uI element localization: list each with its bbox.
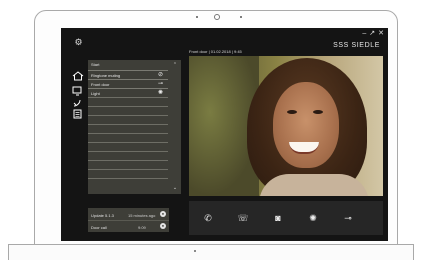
status-label: Door call bbox=[91, 225, 107, 230]
list-divider bbox=[88, 97, 168, 98]
video-subject-eye bbox=[287, 110, 297, 114]
scroll-down-icon[interactable]: ⌄ bbox=[172, 186, 178, 191]
list-icon[interactable] bbox=[72, 106, 84, 119]
function-list-panel: Start Ringtone muting ⊘ Front door ⊸ Lig… bbox=[88, 60, 181, 194]
sensor-dot bbox=[196, 16, 198, 18]
light-icon[interactable]: ✺ bbox=[306, 211, 320, 225]
phone-icon[interactable] bbox=[72, 95, 84, 107]
video-subject-eye bbox=[313, 110, 323, 114]
door-key-icon[interactable]: ⊸ bbox=[341, 211, 355, 225]
status-panel: Update 5.1.3 15 minutes ago ● Door call … bbox=[88, 208, 169, 232]
list-item-light[interactable]: Light ✺ bbox=[88, 88, 168, 97]
key-icon: ⊸ bbox=[157, 81, 163, 87]
door-camera-video[interactable] bbox=[189, 56, 383, 196]
list-divider bbox=[88, 115, 168, 116]
list-divider bbox=[88, 124, 168, 125]
video-caption: Front door | 01.02.2018 | 9:45 bbox=[189, 49, 242, 54]
home-icon[interactable] bbox=[72, 68, 84, 81]
light-icon: ✺ bbox=[157, 90, 163, 96]
list-item-label: Light bbox=[91, 91, 100, 96]
status-value: 9:09 bbox=[138, 225, 146, 230]
status-row-door-call[interactable]: Door call 9:09 ● bbox=[88, 220, 169, 232]
list-divider bbox=[88, 178, 168, 179]
list-divider bbox=[88, 160, 168, 161]
brand-logo: SSS SIEDLE bbox=[333, 42, 380, 49]
bell-off-icon: ⊘ bbox=[157, 72, 163, 78]
status-row-update[interactable]: Update 5.1.3 15 minutes ago ● bbox=[88, 209, 169, 220]
video-subject-face bbox=[273, 82, 339, 168]
status-badge: ● bbox=[160, 223, 166, 229]
video-subject-shoulder bbox=[259, 174, 369, 196]
webcam-icon bbox=[214, 14, 220, 20]
list-item-label: Front door bbox=[91, 82, 110, 87]
hangup-icon[interactable]: ☏ bbox=[236, 211, 250, 225]
sensor-dot bbox=[240, 16, 242, 18]
status-value: 15 minutes ago bbox=[128, 213, 156, 218]
window-controls: – ↗ ✕ bbox=[362, 30, 384, 38]
camera-icon[interactable]: ◙ bbox=[271, 211, 285, 225]
close-icon[interactable]: ✕ bbox=[378, 30, 384, 38]
list-item-label: Ringtone muting bbox=[91, 73, 121, 78]
minimize-icon[interactable]: – bbox=[362, 30, 366, 38]
call-icon[interactable]: ✆ bbox=[201, 211, 215, 225]
list-divider bbox=[88, 169, 168, 170]
panel-title: Start bbox=[91, 62, 100, 67]
expand-icon[interactable]: ↗ bbox=[369, 30, 375, 38]
list-divider bbox=[88, 142, 168, 143]
list-item-front-door[interactable]: Front door ⊸ bbox=[88, 79, 168, 88]
laptop-base bbox=[8, 244, 414, 260]
status-label: Update 5.1.3 bbox=[91, 213, 114, 218]
list-divider bbox=[88, 151, 168, 152]
list-scrollbar[interactable]: ⌃ ⌄ bbox=[172, 63, 178, 191]
scroll-up-icon[interactable]: ⌃ bbox=[172, 63, 178, 68]
list-divider bbox=[88, 106, 168, 107]
monitor-icon[interactable] bbox=[72, 83, 84, 96]
call-control-bar: ✆ ☏ ◙ ✺ ⊸ bbox=[189, 201, 383, 235]
status-badge: ● bbox=[160, 211, 166, 217]
list-item-ringtone-muting[interactable]: Ringtone muting ⊘ bbox=[88, 70, 168, 79]
gear-icon[interactable]: ⚙ bbox=[74, 38, 83, 47]
list-divider bbox=[88, 133, 168, 134]
app-screen: ⚙ – ↗ ✕ SSS SIEDLE Front door | 01.02.20… bbox=[61, 28, 388, 241]
trackpad-notch bbox=[194, 250, 196, 252]
